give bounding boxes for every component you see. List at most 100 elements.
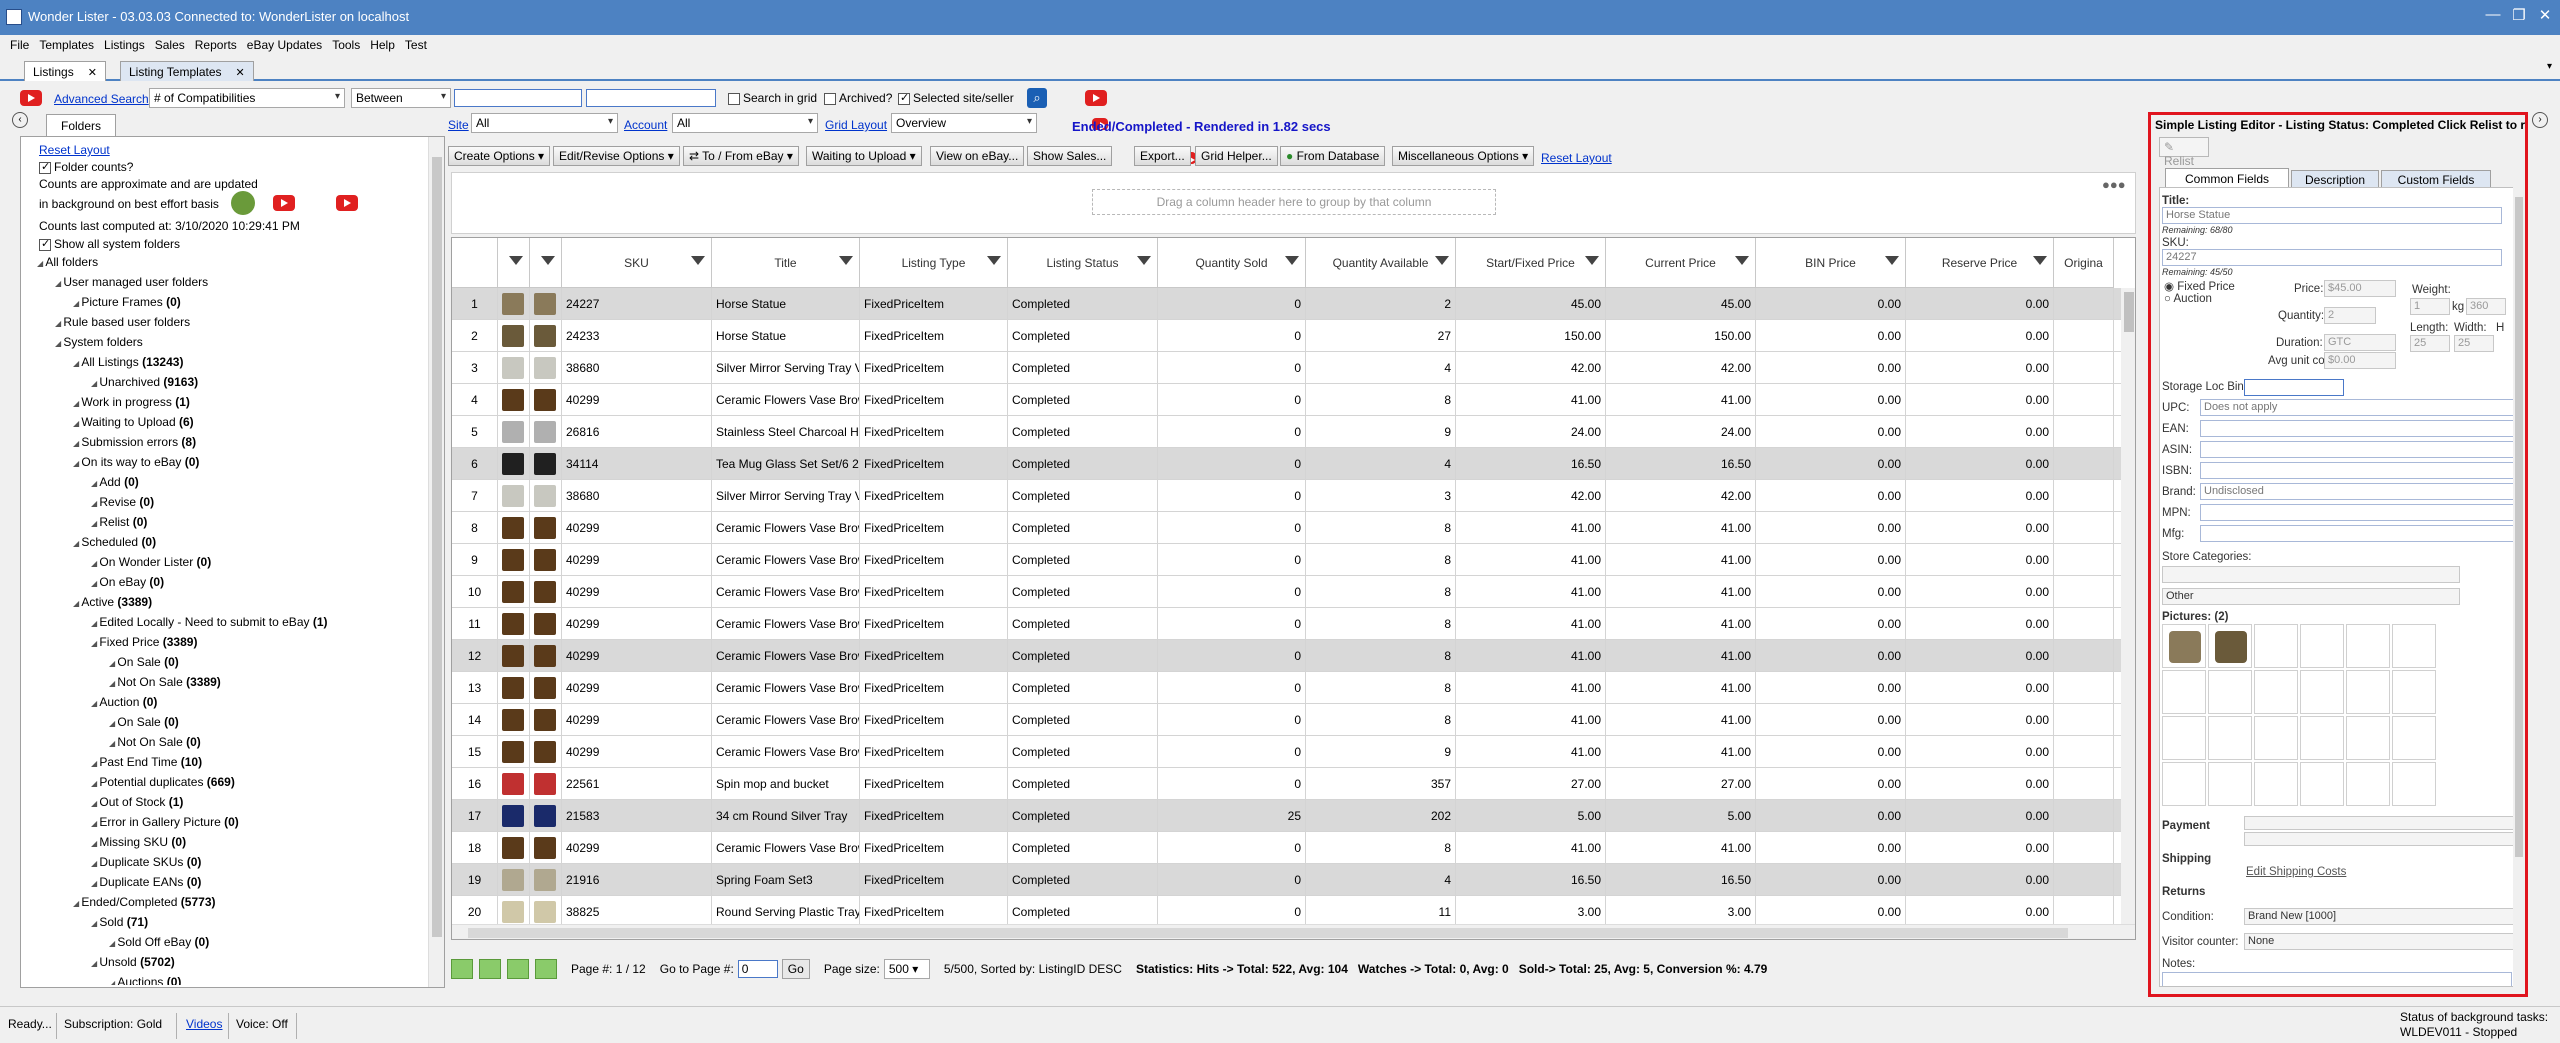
picture-slot[interactable]	[2300, 624, 2344, 668]
videos-link[interactable]: Videos	[186, 1017, 222, 1031]
payment-field-2[interactable]	[2244, 832, 2516, 846]
folder-item[interactable]: ◢ Sold Off eBay (0)	[109, 935, 209, 949]
table-row[interactable]: 1 24227 Horse Statue FixedPriceItem Complete…	[452, 288, 2135, 320]
length-input[interactable]: 25	[2410, 335, 2450, 352]
folder-item[interactable]: ◢ Not On Sale (0)	[109, 735, 201, 749]
grid-layout-select[interactable]: Overview	[891, 113, 1037, 133]
collapse-right-icon[interactable]: ›	[2532, 112, 2548, 128]
menu-ebay-updates[interactable]: eBay Updates	[247, 38, 322, 52]
to-from-ebay-button[interactable]: ⇄ To / From eBay ▾	[683, 146, 799, 166]
picture-cell[interactable]	[498, 384, 530, 416]
advanced-search-link[interactable]: Advanced Search	[54, 92, 149, 106]
picture-cell[interactable]	[498, 512, 530, 544]
upc-input[interactable]: Does not apply	[2200, 399, 2520, 416]
picture-cell[interactable]	[530, 640, 562, 672]
filter-icon[interactable]	[1585, 256, 1599, 265]
collapse-left-icon[interactable]: ‹	[12, 112, 28, 128]
site-link[interactable]: Site	[448, 118, 469, 132]
picture-cell[interactable]	[498, 768, 530, 800]
picture-slot[interactable]	[2300, 670, 2344, 714]
picture-cell[interactable]	[498, 736, 530, 768]
picture-cell[interactable]	[498, 576, 530, 608]
picture-cell[interactable]	[530, 864, 562, 896]
youtube-icon[interactable]	[336, 195, 359, 211]
folder-item[interactable]: ◢ Sold (71)	[91, 915, 148, 929]
store-category2-select[interactable]: Other	[2162, 588, 2460, 605]
tab-custom-fields[interactable]: Custom Fields	[2381, 170, 2491, 187]
folder-item[interactable]: ◢ Missing SKU (0)	[91, 835, 186, 849]
folder-item[interactable]: ◢ Work in progress (1)	[73, 395, 190, 409]
picture-cell[interactable]	[530, 608, 562, 640]
table-row[interactable]: 3 38680 Silver Mirror Serving Tray Ve Fixed…	[452, 352, 2135, 384]
picture-cell[interactable]	[498, 608, 530, 640]
menu-tools[interactable]: Tools	[332, 38, 360, 52]
search-field-select[interactable]: # of Compatibilities	[149, 88, 345, 108]
condition-select[interactable]: Brand New [1000]	[2244, 908, 2516, 925]
picture-cell[interactable]	[530, 480, 562, 512]
folder-item[interactable]: ◢ Fixed Price (3389)	[91, 635, 197, 649]
picture-cell[interactable]	[530, 800, 562, 832]
view-on-ebay-button[interactable]: View on eBay...	[930, 146, 1025, 166]
mpn-input[interactable]	[2200, 504, 2520, 521]
picture-cell[interactable]	[498, 640, 530, 672]
picture-cell[interactable]	[498, 288, 530, 320]
column-header[interactable]: Current Price	[1606, 238, 1756, 288]
picture-slot[interactable]	[2162, 762, 2206, 806]
picture-cell[interactable]	[530, 384, 562, 416]
table-row[interactable]: 13 40299 Ceramic Flowers Vase Brown FixedPr…	[452, 672, 2135, 704]
folder-item[interactable]: ◢ Duplicate EANs (0)	[91, 875, 201, 889]
grid-helper-button[interactable]: Grid Helper...	[1195, 146, 1278, 166]
folder-item[interactable]: ◢ Unarchived (9163)	[91, 375, 198, 389]
scrollbar-thumb[interactable]	[2515, 197, 2523, 857]
menu-help[interactable]: Help	[370, 38, 395, 52]
picture-cell[interactable]	[530, 704, 562, 736]
picture-cell[interactable]	[498, 832, 530, 864]
visitor-counter-select[interactable]: None	[2244, 933, 2516, 950]
picture-slot[interactable]	[2254, 762, 2298, 806]
picture-cell[interactable]	[530, 416, 562, 448]
column-header[interactable]: Quantity Sold	[1158, 238, 1306, 288]
picture-slot[interactable]	[2300, 762, 2344, 806]
youtube-icon[interactable]	[1085, 90, 1108, 106]
picture-thumbnail[interactable]	[2162, 624, 2206, 668]
picture-slot[interactable]	[2254, 624, 2298, 668]
picture2-header[interactable]	[530, 238, 562, 288]
table-row[interactable]: 5 26816 Stainless Steel Charcoal Hol FixedP…	[452, 416, 2135, 448]
filter-icon[interactable]	[1137, 256, 1151, 265]
picture-cell[interactable]	[530, 288, 562, 320]
column-header[interactable]: Start/Fixed Price	[1456, 238, 1606, 288]
table-row[interactable]: 7 38680 Silver Mirror Serving Tray Ve Fixed…	[452, 480, 2135, 512]
youtube-icon[interactable]	[20, 90, 42, 106]
picture-cell[interactable]	[530, 352, 562, 384]
folder-item[interactable]: ◢ Error in Gallery Picture (0)	[91, 815, 239, 829]
store-category-select[interactable]	[2162, 566, 2460, 583]
table-row[interactable]: 2 24233 Horse Statue FixedPriceItem Complete…	[452, 320, 2135, 352]
folder-item[interactable]: ◢ System folders	[55, 335, 143, 349]
grid-layout-link[interactable]: Grid Layout	[825, 118, 887, 132]
picture-cell[interactable]	[498, 352, 530, 384]
picture-slot[interactable]	[2208, 762, 2252, 806]
picture-slot[interactable]	[2392, 716, 2436, 760]
table-row[interactable]: 6 34114 Tea Mug Glass Set Set/6 220 FixedPr…	[452, 448, 2135, 480]
notes-input[interactable]	[2162, 972, 2512, 986]
next-page-icon[interactable]	[507, 959, 529, 979]
misc-options-button[interactable]: Miscellaneous Options ▾	[1392, 146, 1535, 166]
mfg-input[interactable]	[2200, 525, 2520, 542]
picture-cell[interactable]	[530, 512, 562, 544]
picture-slot[interactable]	[2346, 762, 2390, 806]
picture-cell[interactable]	[530, 672, 562, 704]
folder-item[interactable]: ◢ Past End Time (10)	[91, 755, 202, 769]
tab-common-fields[interactable]: Common Fields	[2165, 168, 2289, 187]
selected-site-checkbox[interactable]: Selected site/seller	[898, 91, 1014, 105]
filter-icon[interactable]	[1735, 256, 1749, 265]
table-row[interactable]: 15 40299 Ceramic Flowers Vase Brown FixedPr…	[452, 736, 2135, 768]
horizontal-scrollbar[interactable]	[452, 924, 2135, 939]
brand-input[interactable]: Undisclosed	[2200, 483, 2520, 500]
filter-icon[interactable]	[1435, 256, 1449, 265]
picture-cell[interactable]	[498, 800, 530, 832]
folder-item[interactable]: ◢ Picture Frames (0)	[73, 295, 181, 309]
folder-item[interactable]: ◢ Edited Locally - Need to submit to eBa…	[91, 615, 328, 629]
picture-slot[interactable]	[2392, 624, 2436, 668]
folder-item[interactable]: ◢ User managed user folders	[55, 275, 208, 289]
sku-input[interactable]: 24227	[2162, 249, 2502, 266]
